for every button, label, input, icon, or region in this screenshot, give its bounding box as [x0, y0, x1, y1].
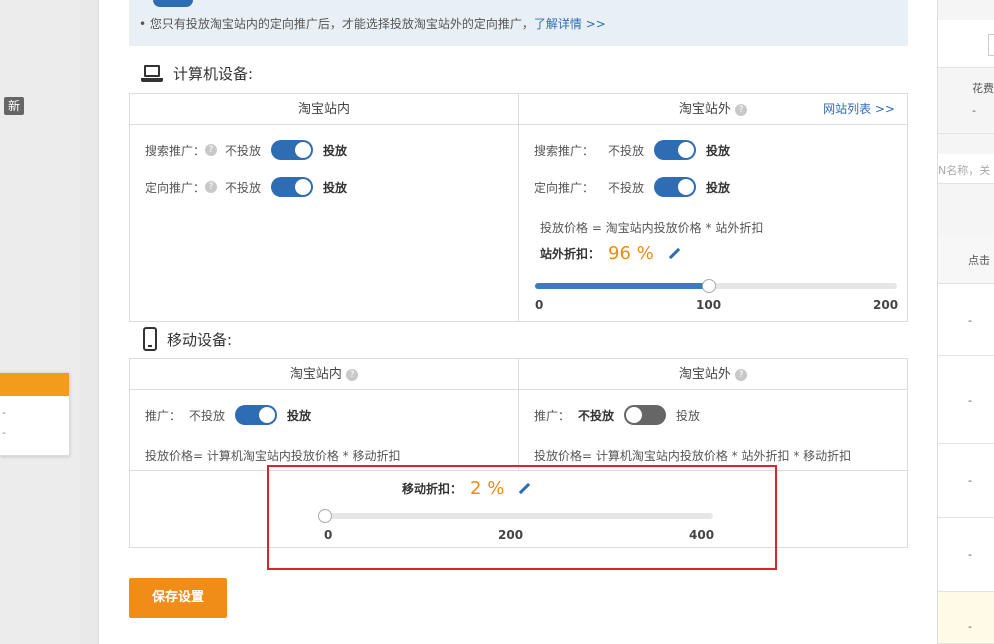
header-label: 淘宝站外: [678, 367, 731, 382]
slider-fill: [535, 283, 709, 289]
header-label: 淘宝站外: [678, 102, 731, 117]
help-icon[interactable]: ?: [346, 368, 359, 381]
off-label: 不投放: [189, 408, 226, 423]
row-label: 搜索推广：: [534, 143, 595, 158]
cell-value: -: [968, 620, 972, 633]
cell-value: -: [968, 548, 972, 561]
laptop-icon: [141, 65, 163, 82]
mobile-inside-header: 淘宝站内 ?: [130, 359, 518, 390]
help-icon[interactable]: ?: [735, 103, 748, 116]
highlight-annotation-frame: [267, 465, 777, 570]
notice-box: • 您只有投放淘宝站内的定向推广后，才能选择投放淘宝站外的定向推广，了解详情 >…: [129, 0, 908, 46]
table-toolbar: [938, 20, 994, 68]
cell-value: -: [968, 474, 972, 487]
row-label: 搜索推广：: [145, 143, 206, 158]
on-label: 投放: [676, 408, 701, 423]
background-table: 花费 - N名称，关 点击 - - - - -: [938, 0, 994, 644]
outside-price-formula: 投放价格 = 淘宝站内投放价格 * 站外折扣: [540, 221, 764, 235]
targeted-promotion-row: 定向推广： ? 不投放 投放: [145, 177, 347, 197]
off-label: 不投放: [225, 180, 262, 195]
discount-label: 站外折扣：: [540, 247, 601, 261]
help-icon[interactable]: ?: [205, 144, 218, 156]
notice-line: • 您只有投放淘宝站内的定向推广后，才能选择投放淘宝站外的定向推广，了解详情 >…: [139, 17, 606, 31]
row-label: 定向推广：: [145, 180, 206, 195]
on-label: 投放: [323, 180, 348, 195]
cell-value: -: [968, 314, 972, 327]
computer-section-title: 计算机设备:: [141, 63, 253, 84]
search-promotion-toggle[interactable]: [271, 140, 314, 160]
new-badge: 新: [4, 97, 24, 115]
table-row: -: [938, 284, 994, 356]
slider-handle[interactable]: [702, 279, 716, 293]
outside-search-promotion-row: 搜索推广： 不投放 投放: [534, 140, 730, 160]
mobile-title-text: 移动设备:: [167, 330, 233, 349]
row-label: 推广：: [145, 408, 182, 423]
learn-more-link[interactable]: 了解详情 >>: [534, 17, 606, 31]
outside-discount: 站外折扣： 96 %: [540, 243, 680, 264]
row-label: 推广：: [534, 408, 571, 423]
notice-clipped-line: [153, 0, 193, 7]
on-label: 投放: [287, 408, 312, 423]
discount-value: 96 %: [608, 243, 654, 264]
off-label: 不投放: [578, 408, 615, 423]
on-label: 投放: [706, 180, 731, 195]
site-list-link[interactable]: 网站列表 >>: [823, 94, 895, 125]
outside-search-promotion-toggle[interactable]: [654, 140, 697, 160]
search-placeholder: N名称，关: [938, 164, 991, 177]
computer-inside-header: 淘宝站内: [130, 94, 518, 125]
mobile-outside-promotion-row: 推广： 不投放 投放: [534, 405, 700, 425]
menu-item[interactable]: -: [0, 406, 69, 420]
mobile-inside-formula: 投放价格= 计算机淘宝站内投放价格 * 移动折扣: [145, 449, 401, 463]
save-settings-button[interactable]: 保存设置: [129, 578, 227, 618]
table-row: -: [938, 444, 994, 518]
cell-value: -: [968, 394, 972, 407]
outside-targeted-promotion-row: 定向推广： 不投放 投放: [534, 177, 730, 197]
column-divider: [518, 93, 519, 322]
notice-toggle: [153, 0, 193, 7]
search-box[interactable]: N名称，关: [938, 154, 994, 184]
outside-discount-slider[interactable]: [535, 283, 897, 289]
targeted-promotion-toggle[interactable]: [271, 177, 314, 197]
left-menu-card: - -: [0, 372, 70, 456]
off-label: 不投放: [608, 143, 645, 158]
mobile-phone-icon: [143, 327, 157, 351]
pencil-edit-icon[interactable]: [668, 248, 680, 260]
table-header: 点击: [938, 236, 994, 284]
off-label: 不投放: [225, 143, 262, 158]
on-label: 投放: [706, 143, 731, 158]
slider-min-label: 0: [535, 298, 544, 312]
mobile-outside-toggle[interactable]: [624, 405, 667, 425]
mobile-outside-formula: 投放价格= 计算机淘宝站内投放价格 * 站外折扣 * 移动折扣: [534, 449, 852, 463]
row-label: 定向推广：: [534, 180, 595, 195]
table-row: -: [938, 592, 994, 644]
menu-item[interactable]: -: [0, 426, 69, 440]
slider-max-label: 200: [873, 298, 899, 312]
spend-value: -: [972, 104, 976, 117]
toolbar-button[interactable]: [988, 34, 994, 56]
on-label: 投放: [323, 143, 348, 158]
computer-outside-header: 淘宝站外 ? 网站列表 >>: [519, 94, 907, 125]
summary-row: 花费 -: [938, 70, 994, 134]
clicks-column-header: 点击: [968, 254, 990, 267]
mobile-section-title: 移动设备:: [143, 327, 232, 351]
help-icon[interactable]: ?: [735, 368, 748, 381]
table-row: -: [938, 518, 994, 592]
computer-title-text: 计算机设备:: [173, 65, 254, 83]
header-label: 淘宝站内: [289, 367, 342, 382]
outside-targeted-promotion-toggle[interactable]: [654, 177, 697, 197]
help-icon[interactable]: ?: [205, 181, 218, 193]
slider-mid-label: 100: [696, 298, 722, 312]
mobile-outside-header: 淘宝站外 ?: [519, 359, 907, 390]
search-promotion-row: 搜索推广： ? 不投放 投放: [145, 140, 347, 160]
mobile-inside-toggle[interactable]: [235, 405, 278, 425]
table-row: -: [938, 356, 994, 444]
header-label: 淘宝站内: [297, 102, 350, 117]
spend-label: 花费: [972, 82, 994, 95]
mobile-inside-promotion-row: 推广： 不投放 投放: [145, 405, 311, 425]
notice-text: 您只有投放淘宝站内的定向推广后，才能选择投放淘宝站外的定向推广，: [149, 17, 534, 31]
active-menu-item[interactable]: [0, 373, 69, 396]
off-label: 不投放: [608, 180, 645, 195]
